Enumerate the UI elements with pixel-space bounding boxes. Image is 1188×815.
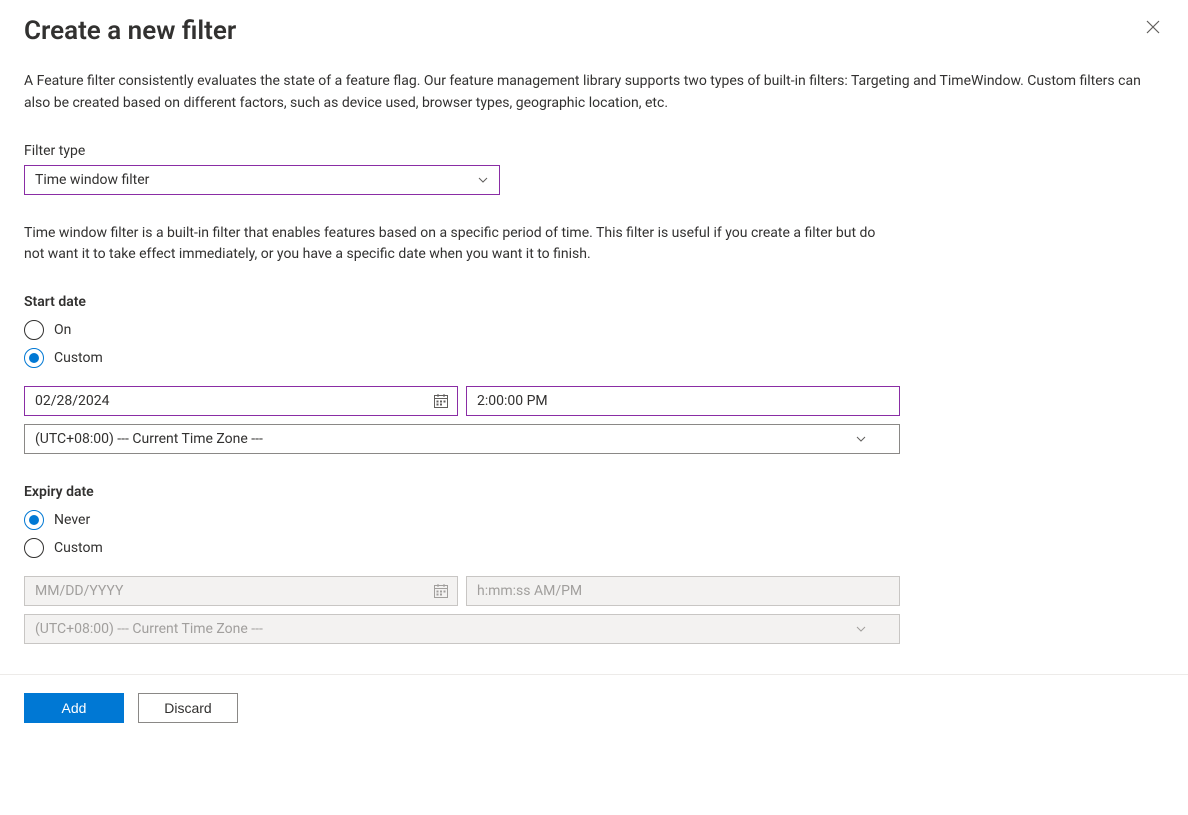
radio-icon bbox=[24, 510, 44, 530]
start-time-value: 2:00:00 PM bbox=[477, 393, 889, 409]
radio-label-on: On bbox=[54, 322, 71, 338]
radio-label-never: Never bbox=[54, 512, 90, 528]
expiry-time-input: h:mm:ss AM/PM bbox=[466, 576, 900, 606]
radio-label-custom: Custom bbox=[54, 540, 103, 556]
expiry-date-placeholder: MM/DD/YYYY bbox=[35, 583, 425, 599]
chevron-down-icon bbox=[855, 433, 867, 445]
chevron-down-icon bbox=[477, 174, 489, 186]
expiry-date-radio-custom[interactable]: Custom bbox=[24, 538, 1164, 558]
expiry-timezone-value: (UTC+08:00) --- Current Time Zone --- bbox=[35, 621, 855, 637]
start-timezone-dropdown[interactable]: (UTC+08:00) --- Current Time Zone --- bbox=[24, 424, 900, 454]
start-date-input[interactable]: 02/28/2024 bbox=[24, 386, 458, 416]
start-date-label: Start date bbox=[24, 294, 1164, 310]
add-button[interactable]: Add bbox=[24, 693, 124, 723]
chevron-down-icon bbox=[855, 623, 867, 635]
radio-icon bbox=[24, 348, 44, 368]
close-button[interactable] bbox=[1142, 16, 1164, 42]
filter-type-label: Filter type bbox=[24, 143, 1164, 159]
expiry-date-label: Expiry date bbox=[24, 484, 1164, 500]
filter-type-description: Time window filter is a built-in filter … bbox=[24, 223, 884, 266]
close-icon bbox=[1146, 21, 1160, 38]
start-date-radio-group: On Custom bbox=[24, 320, 1164, 368]
calendar-icon bbox=[433, 583, 449, 599]
start-date-value: 02/28/2024 bbox=[35, 393, 425, 409]
start-date-radio-on[interactable]: On bbox=[24, 320, 1164, 340]
expiry-time-placeholder: h:mm:ss AM/PM bbox=[477, 583, 889, 599]
radio-icon bbox=[24, 538, 44, 558]
expiry-date-radio-group: Never Custom bbox=[24, 510, 1164, 558]
page-title: Create a new filter bbox=[24, 16, 236, 47]
expiry-date-input: MM/DD/YYYY bbox=[24, 576, 458, 606]
calendar-icon bbox=[433, 393, 449, 409]
expiry-timezone-dropdown: (UTC+08:00) --- Current Time Zone --- bbox=[24, 614, 900, 644]
start-date-radio-custom[interactable]: Custom bbox=[24, 348, 1164, 368]
radio-icon bbox=[24, 320, 44, 340]
radio-label-custom: Custom bbox=[54, 350, 103, 366]
filter-type-selected: Time window filter bbox=[35, 172, 467, 188]
panel-description: A Feature filter consistently evaluates … bbox=[24, 71, 1164, 114]
filter-type-dropdown[interactable]: Time window filter bbox=[24, 165, 500, 195]
expiry-date-radio-never[interactable]: Never bbox=[24, 510, 1164, 530]
start-time-input[interactable]: 2:00:00 PM bbox=[466, 386, 900, 416]
discard-button[interactable]: Discard bbox=[138, 693, 238, 723]
start-timezone-value: (UTC+08:00) --- Current Time Zone --- bbox=[35, 431, 855, 447]
